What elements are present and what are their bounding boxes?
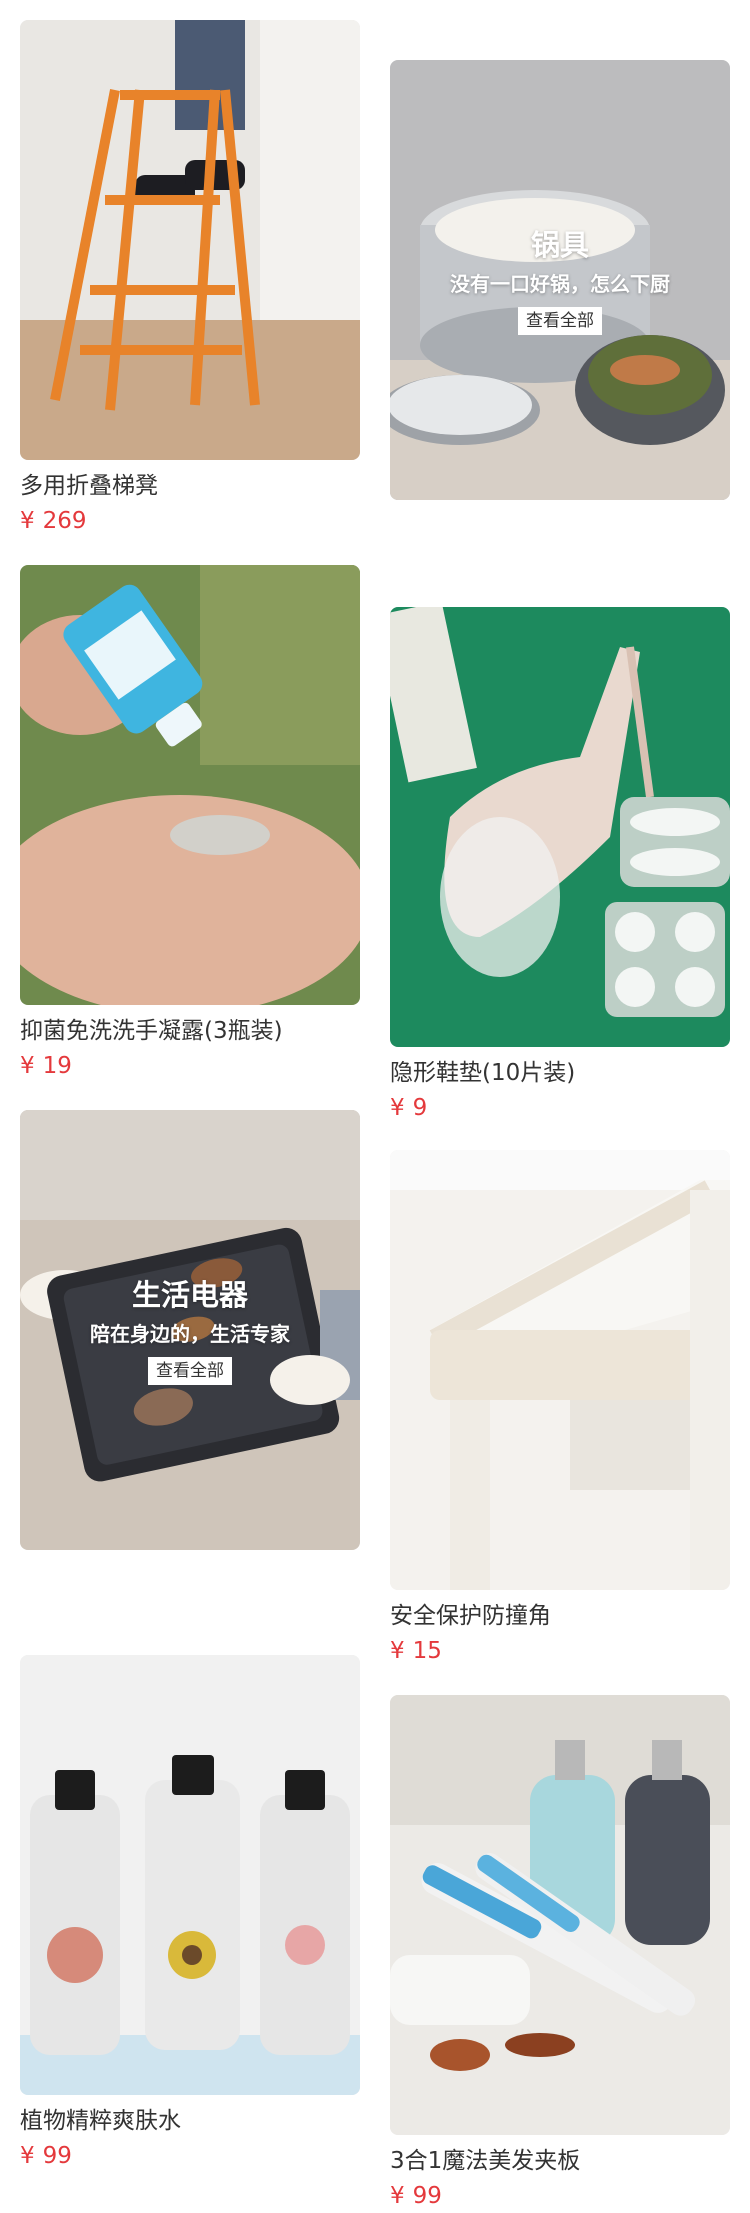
product-title[interactable]: 抑菌免洗洗手凝露(3瓶装) <box>20 1013 360 1049</box>
product-price: ¥19 <box>20 1049 360 1083</box>
pot-photo[interactable]: 锅具 没有一口好锅，怎么下厨 查看全部 <box>390 60 730 500</box>
category-card-appliances[interactable]: 生活电器 陪在身边的，生活专家 查看全部 <box>20 1110 360 1550</box>
category-card-cookware[interactable]: 锅具 没有一口好锅，怎么下厨 查看全部 <box>390 60 730 500</box>
hand-sanitizer-photo[interactable] <box>20 565 360 1005</box>
currency-symbol: ¥ <box>390 2183 405 2209</box>
toner-bottles-photo[interactable] <box>20 1655 360 2095</box>
product-title[interactable]: 隐形鞋垫(10片装) <box>390 1055 730 1091</box>
grill-photo[interactable]: 生活电器 陪在身边的，生活专家 查看全部 <box>20 1110 360 1550</box>
product-card-ladder[interactable]: 多用折叠梯凳 ¥269 <box>20 20 360 538</box>
product-card-hair-straightener[interactable]: 3合1魔法美发夹板 ¥99 <box>390 1695 730 2213</box>
product-card-hand-sanitizer[interactable]: 抑菌免洗洗手凝露(3瓶装) ¥19 <box>20 565 360 1083</box>
product-card-toner[interactable]: 植物精粹爽肤水 ¥99 <box>20 1655 360 2173</box>
product-price: ¥269 <box>20 504 360 538</box>
price-value: 99 <box>412 2183 442 2209</box>
product-title[interactable]: 多用折叠梯凳 <box>20 468 360 504</box>
price-value: 269 <box>42 508 87 534</box>
product-price: ¥15 <box>390 1634 730 1668</box>
corner-protector-photo[interactable] <box>390 1150 730 1590</box>
currency-symbol: ¥ <box>390 1095 405 1121</box>
product-price: ¥9 <box>390 1091 730 1125</box>
product-title[interactable]: 安全保护防撞角 <box>390 1598 730 1634</box>
product-title[interactable]: 植物精粹爽肤水 <box>20 2103 360 2139</box>
price-value: 15 <box>412 1638 442 1664</box>
view-all-button[interactable]: 查看全部 <box>148 1357 232 1385</box>
product-card-shoe-insoles[interactable]: 隐形鞋垫(10片装) ¥9 <box>390 607 730 1125</box>
price-value: 9 <box>412 1095 428 1121</box>
ladder-photo[interactable] <box>20 20 360 460</box>
product-price: ¥99 <box>20 2139 360 2173</box>
currency-symbol: ¥ <box>20 2143 35 2169</box>
price-value: 99 <box>42 2143 72 2169</box>
currency-symbol: ¥ <box>390 1638 405 1664</box>
hair-straightener-photo[interactable] <box>390 1695 730 2135</box>
product-title[interactable]: 3合1魔法美发夹板 <box>390 2143 730 2179</box>
currency-symbol: ¥ <box>20 1053 35 1079</box>
price-value: 19 <box>42 1053 72 1079</box>
shoe-insoles-photo[interactable] <box>390 607 730 1047</box>
view-all-button[interactable]: 查看全部 <box>518 307 602 335</box>
product-card-corner-protector[interactable]: 安全保护防撞角 ¥15 <box>390 1150 730 1668</box>
product-price: ¥99 <box>390 2179 730 2213</box>
currency-symbol: ¥ <box>20 508 35 534</box>
